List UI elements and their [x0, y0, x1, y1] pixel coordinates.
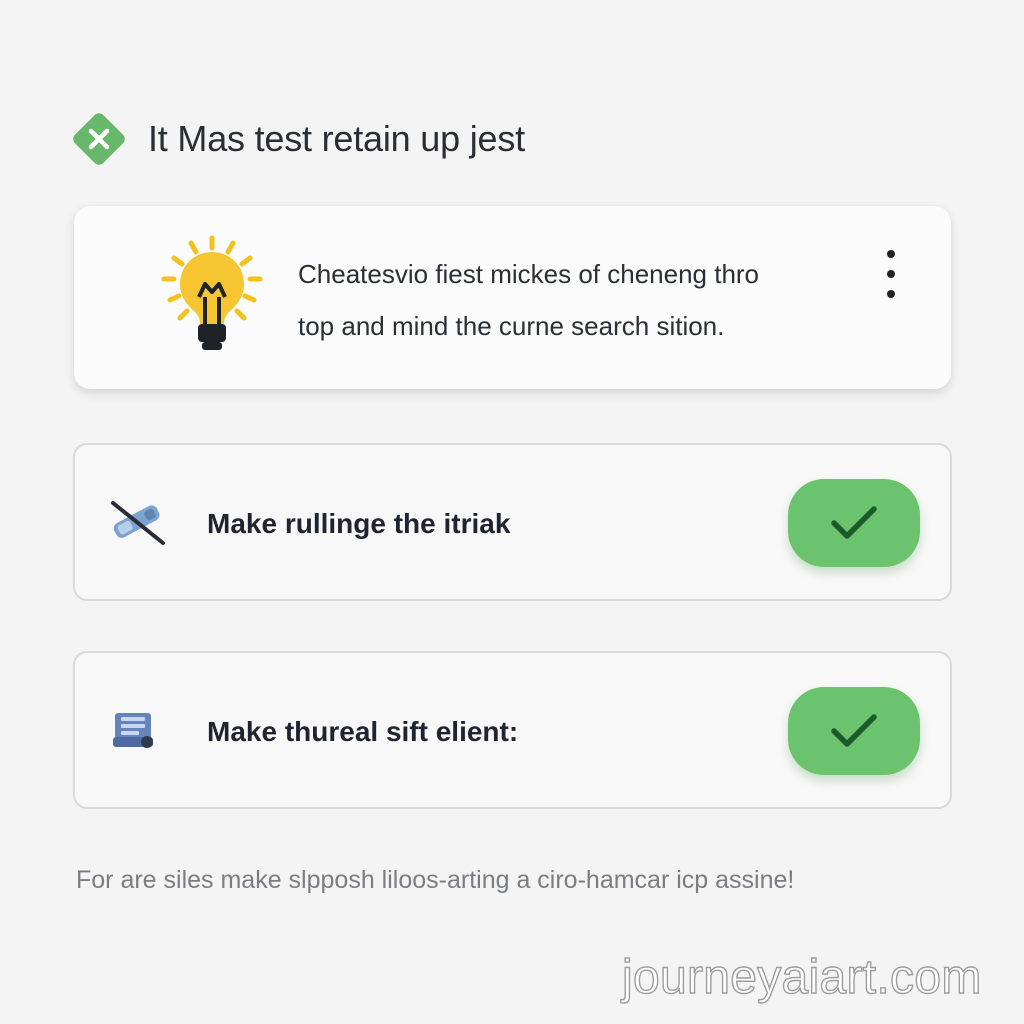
menu-dot [887, 290, 895, 298]
tip-text-line-2: top and mind the curne search sition. [298, 311, 725, 341]
lightbulb-icon [156, 234, 268, 356]
watermark: journeyaiart.com [621, 950, 982, 1004]
menu-dot [887, 250, 895, 258]
tip-text-line-1: Cheatesvio fiest mickes of cheneng thro [298, 259, 760, 289]
task-card-2: Make thureal sift elient: [73, 651, 952, 809]
check-icon [831, 714, 877, 747]
document-list-icon [105, 703, 171, 757]
menu-dot [887, 270, 895, 278]
page-title: It Mas test retain up jest [148, 118, 525, 159]
task-card-1: Make rullinge the itriak [73, 443, 952, 601]
x-diamond-icon [68, 108, 130, 170]
tip-text: Cheatesvio fiest mickes of cheneng thro … [298, 248, 848, 352]
vertical-ellipsis-icon[interactable] [879, 250, 903, 298]
check-icon [831, 506, 877, 539]
footer-note: For are siles make slpposh liloos-arting… [76, 866, 795, 894]
header: It Mas test retain up jest [68, 108, 525, 170]
task-check-button[interactable] [788, 479, 920, 567]
tip-card: Cheatesvio fiest mickes of cheneng thro … [74, 206, 951, 389]
task-check-button[interactable] [788, 687, 920, 775]
crossed-pen-icon [105, 495, 171, 549]
task-label: Make thureal sift elient: [207, 716, 519, 747]
task-label: Make rullinge the itriak [207, 508, 511, 539]
